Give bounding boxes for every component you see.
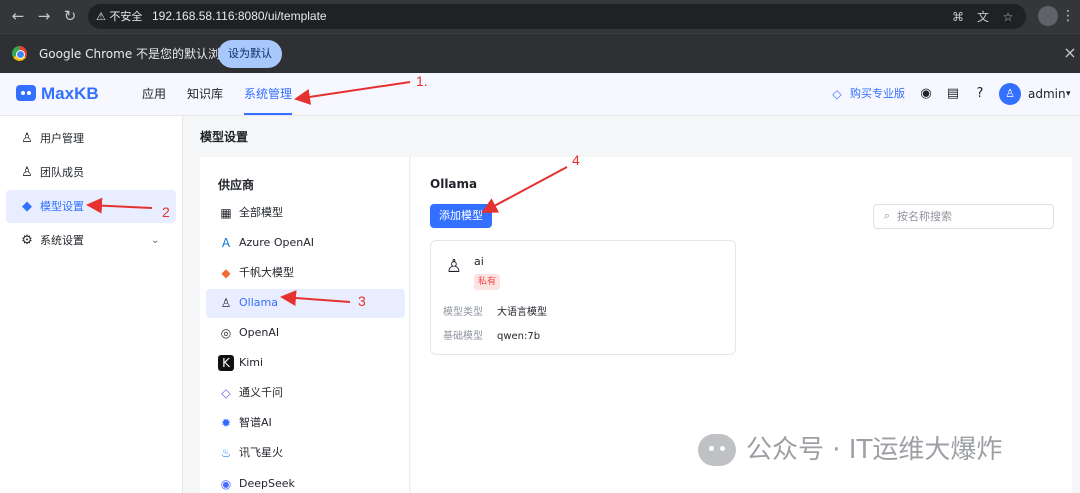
add-model-button[interactable]: 添加模型 — [430, 204, 492, 228]
sidebar-item-label: 模型设置 — [40, 200, 84, 213]
azure-icon: A — [221, 236, 231, 250]
provider-kimi[interactable]: K Kimi — [206, 349, 405, 378]
address-url[interactable]: 192.168.58.116:8080/ui/template — [152, 8, 327, 25]
annotation-label-1: 1. — [416, 73, 428, 89]
provider-label: 讯飞星火 — [239, 446, 283, 459]
private-badge: 私有 — [474, 274, 500, 290]
sidebar-item-label: 用户管理 — [40, 132, 84, 145]
zhipu-icon: ✹ — [220, 416, 232, 430]
provider-deepseek[interactable]: ◉ DeepSeek — [206, 470, 405, 493]
provider-azure-openai[interactable]: A Azure OpenAI — [206, 229, 405, 258]
warning-icon: ⚠ — [96, 10, 106, 23]
chrome-logo-icon — [12, 46, 27, 61]
help-icon[interactable]: ? — [972, 86, 988, 102]
sidebar-item-label: 系统设置 — [40, 234, 84, 247]
app-header: MaxKB 应用 知识库 系统管理 ◇ 购买专业版 ◉ ▤ ? ♙ admin … — [0, 73, 1080, 116]
maxkb-logo-icon — [16, 85, 36, 101]
settings-icon: ⚙ — [21, 233, 33, 248]
annotation-label-4: 4 — [572, 152, 580, 168]
provider-label: 千帆大模型 — [239, 266, 294, 279]
buy-pro-link[interactable]: 购买专业版 — [850, 86, 905, 102]
model-card[interactable]: ♙ ai 私有 模型类型 大语言模型 基础模型 qwen:7b — [430, 240, 736, 355]
search-input[interactable] — [897, 207, 1047, 226]
key-icon[interactable]: ⌘ — [950, 9, 966, 25]
qianfan-icon: ◆ — [221, 266, 231, 280]
watermark-text: 公众号 · IT运维大爆炸 — [746, 435, 1003, 465]
deepseek-icon: ◉ — [220, 477, 232, 491]
reload-icon[interactable]: ↻ — [61, 7, 79, 25]
provider-all-models[interactable]: ▦ 全部模型 — [206, 199, 405, 228]
star-icon[interactable]: ☆ — [1000, 9, 1016, 25]
github-icon[interactable]: ◉ — [918, 86, 934, 102]
chevron-down-icon[interactable]: ⌄ — [151, 232, 159, 249]
ollama-icon: ♙ — [220, 296, 232, 310]
page-title: 模型设置 — [200, 130, 249, 144]
browser-toolbar: ← → ↻ ⚠ 不安全 192.168.58.116:8080/ui/templ… — [0, 0, 1080, 33]
kimi-icon: K — [218, 355, 234, 371]
infobar-close-icon[interactable]: × — [1062, 45, 1078, 61]
provider-openai[interactable]: ◎ OpenAI — [206, 319, 405, 348]
provider-label: Ollama — [239, 296, 278, 309]
grid-icon: ▦ — [220, 206, 232, 220]
sidebar-item-model-settings[interactable]: ◆ 模型设置 — [6, 190, 176, 223]
ollama-llama-icon: ♙ — [445, 256, 463, 277]
annotation-label-3: 3 — [358, 293, 366, 309]
user-icon: ♙ — [21, 131, 33, 146]
openai-icon: ◎ — [220, 326, 232, 340]
translate-icon[interactable]: 文 — [975, 9, 991, 25]
back-icon[interactable]: ← — [9, 7, 27, 25]
provider-label: Azure OpenAI — [239, 236, 314, 249]
provider-qianfan[interactable]: ◆ 千帆大模型 — [206, 259, 405, 288]
tongyi-icon: ◇ — [221, 386, 231, 400]
base-model-label: 基础模型 — [443, 331, 483, 342]
base-model-value: qwen:7b — [497, 331, 541, 342]
address-bar[interactable]: ⚠ 不安全 192.168.58.116:8080/ui/template ⌘ … — [88, 4, 1026, 29]
tab-knowledge-base[interactable]: 知识库 — [187, 86, 223, 103]
annotation-label-2: 2 — [162, 204, 170, 220]
sidebar-item-label: 团队成员 — [40, 166, 84, 179]
sidebar-item-user-management[interactable]: ♙ 用户管理 — [6, 122, 176, 155]
provider-zhipu[interactable]: ✹ 智谱AI — [206, 409, 405, 438]
user-avatar-icon[interactable]: ♙ — [999, 83, 1021, 105]
provider-label: Kimi — [239, 356, 264, 369]
sidebar-item-team-members[interactable]: ♙ 团队成员 — [6, 156, 176, 189]
provider-label: OpenAI — [239, 326, 280, 339]
insecure-label: 不安全 — [109, 10, 143, 23]
selected-provider-title: Ollama — [430, 177, 478, 191]
document-icon[interactable]: ▤ — [945, 86, 961, 102]
diamond-icon: ◇ — [832, 87, 842, 101]
provider-section-title: 供应商 — [218, 178, 255, 192]
spark-icon: ♨ — [220, 446, 232, 460]
tab-applications[interactable]: 应用 — [142, 86, 166, 103]
forward-icon[interactable]: → — [35, 7, 53, 25]
set-default-button[interactable]: 设为默认 — [218, 40, 282, 68]
provider-tongyi[interactable]: ◇ 通义千问 — [206, 379, 405, 408]
provider-label: DeepSeek — [239, 477, 295, 490]
browser-menu-icon[interactable]: ⋮ — [1061, 6, 1075, 26]
model-type-value: 大语言模型 — [497, 307, 547, 318]
model-search-field[interactable]: ⌕ — [873, 204, 1054, 229]
sidebar-item-system-settings[interactable]: ⚙ 系统设置 ⌄ — [6, 224, 176, 257]
cube-icon: ◆ — [22, 199, 32, 214]
provider-label: 智谱AI — [239, 416, 272, 429]
user-name[interactable]: admin — [1028, 86, 1066, 102]
chevron-down-icon[interactable]: ▾ — [1066, 86, 1071, 102]
search-icon: ⌕ — [883, 209, 891, 222]
provider-xunfei[interactable]: ♨ 讯飞星火 — [206, 439, 405, 468]
provider-ollama[interactable]: ♙ Ollama — [206, 289, 405, 318]
default-browser-infobar: Google Chrome 不是您的默认浏览器 设为默认 × — [0, 33, 1080, 73]
team-icon: ♙ — [21, 165, 33, 180]
model-type-label: 模型类型 — [443, 307, 483, 318]
active-tab-indicator — [244, 113, 292, 115]
provider-label: 通义千问 — [239, 386, 283, 399]
model-name: ai — [474, 255, 484, 268]
insecure-indicator[interactable]: ⚠ 不安全 — [96, 9, 142, 24]
brand-name: MaxKB — [41, 84, 99, 103]
tab-system-management[interactable]: 系统管理 — [244, 86, 292, 103]
provider-label: 全部模型 — [239, 206, 283, 219]
wechat-watermark: 公众号 · IT运维大爆炸 — [698, 431, 1054, 469]
wechat-icon — [698, 434, 736, 466]
default-browser-message: Google Chrome 不是您的默认浏览器 — [39, 47, 245, 61]
profile-icon[interactable] — [1038, 6, 1058, 26]
